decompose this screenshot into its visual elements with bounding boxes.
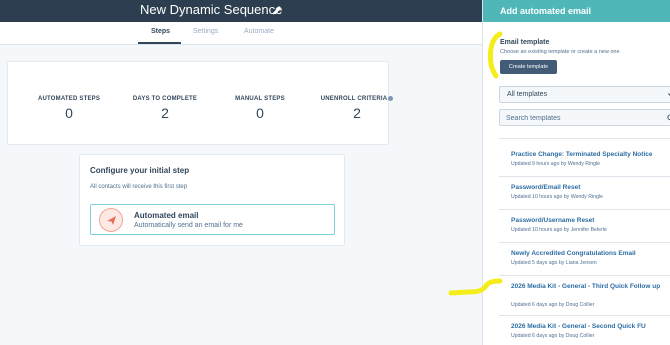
template-title[interactable]: Password/Email Reset <box>511 183 670 192</box>
stat-label-text: UNENROLL CRITERIA <box>320 96 388 103</box>
configure-title: Configure your initial step <box>90 166 190 175</box>
stat-manual-steps: MANUAL STEPS 0 <box>215 96 305 121</box>
stat-value: 2 <box>353 105 361 122</box>
option-title: Automated email <box>134 211 199 220</box>
stat-label: MANUAL STEPS <box>235 96 285 102</box>
template-title[interactable]: 2026 Media Kit - General - Second Quick … <box>511 322 670 331</box>
divider <box>499 138 670 139</box>
template-title[interactable]: Password/Username Reset <box>511 216 670 225</box>
active-tab-indicator <box>138 42 181 44</box>
template-item[interactable]: Practice Change: Terminated Specialty No… <box>499 144 670 177</box>
template-filter-select[interactable]: All templates <box>499 86 670 103</box>
template-meta: Updated 5 days ago by Liana Jensen <box>511 260 597 266</box>
configure-initial-step-card: Configure your initial step All contacts… <box>79 154 345 246</box>
stat-value: 0 <box>256 105 264 121</box>
tab-bar: Steps Settings Automate <box>0 22 482 45</box>
template-item[interactable]: 2026 Media Kit - General - Second Quick … <box>499 316 670 345</box>
pencil-icon[interactable] <box>272 4 282 16</box>
sequence-title[interactable]: New Dynamic Sequence <box>140 2 282 17</box>
stat-automated-steps: AUTOMATED STEPS 0 <box>24 96 114 121</box>
panel-title: Add automated email <box>500 6 592 16</box>
stat-days-to-complete: DAYS TO COMPLETE 2 <box>120 96 210 121</box>
paper-plane-icon <box>99 208 123 232</box>
tab-steps[interactable]: Steps <box>151 28 170 35</box>
tab-settings[interactable]: Settings <box>193 28 218 35</box>
stat-label: UNENROLL CRITERIA <box>312 96 402 102</box>
template-meta: Updated 6 days ago by Doug Collier <box>511 333 595 339</box>
search-input[interactable] <box>506 112 656 124</box>
template-meta: Updated 10 hours ago by Wendy Ringle <box>511 194 603 200</box>
template-list: Practice Change: Terminated Specialty No… <box>499 144 670 345</box>
configure-subtitle: All contacts will receive this first ste… <box>90 184 188 190</box>
info-icon[interactable] <box>388 96 394 101</box>
template-title[interactable]: Practice Change: Terminated Specialty No… <box>511 150 670 159</box>
automated-email-option[interactable]: Automated email Automatically send an em… <box>90 204 335 235</box>
stat-unenroll-criteria: UNENROLL CRITERIA 2 <box>312 96 402 121</box>
template-title[interactable]: Newly Accredited Congratulations Email <box>511 249 670 258</box>
template-meta: Updated 10 hours ago by Jennifer Belerle <box>511 227 607 233</box>
template-title[interactable]: 2026 Media Kit - General - Third Quick F… <box>511 282 670 291</box>
template-meta: Updated 9 hours ago by Wendy Ringle <box>511 161 601 167</box>
template-item[interactable]: Password/Username Reset Updated 10 hours… <box>499 210 670 243</box>
template-item[interactable]: 2026 Media Kit - General - Third Quick F… <box>499 276 670 316</box>
stat-value: 2 <box>161 105 169 121</box>
sequence-header: New Dynamic Sequence <box>0 0 482 22</box>
stat-label: AUTOMATED STEPS <box>37 96 101 102</box>
email-template-hint: Choose an existing template or create a … <box>500 49 620 55</box>
stat-value: 0 <box>65 105 73 121</box>
email-template-label: Email template <box>500 39 550 46</box>
template-item[interactable]: Password/Email Reset Updated 10 hours ag… <box>499 177 670 210</box>
template-item[interactable]: Newly Accredited Congratulations Email U… <box>499 243 670 276</box>
create-template-button[interactable]: Create template <box>500 60 557 74</box>
add-automated-email-panel: Add automated email Email template Choos… <box>482 0 670 345</box>
template-search-box <box>499 109 670 126</box>
panel-header: Add automated email <box>483 0 670 22</box>
stat-label: DAYS TO COMPLETE <box>132 96 198 102</box>
template-meta: Updated 6 days ago by Doug Collier <box>511 302 595 308</box>
sequence-stats-card: AUTOMATED STEPS 0 DAYS TO COMPLETE 2 MAN… <box>7 61 394 145</box>
option-description: Automatically send an email for me <box>134 222 243 229</box>
panel-body: Email template Choose an existing templa… <box>483 22 670 345</box>
tab-automate[interactable]: Automate <box>244 28 274 35</box>
template-filter-value: All templates <box>507 91 548 98</box>
